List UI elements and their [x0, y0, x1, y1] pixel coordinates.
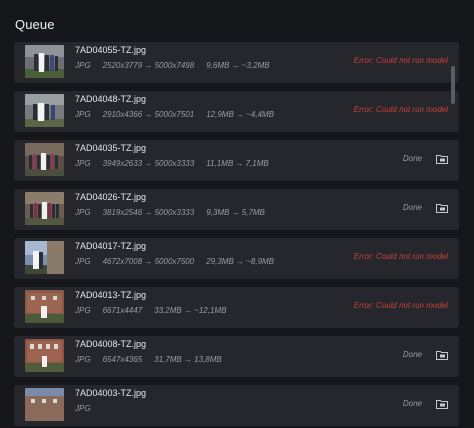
status-done: Done — [402, 154, 422, 163]
file-name: 7AD04008-TZ.jpg — [75, 339, 147, 349]
file-meta: JPG — [75, 404, 127, 413]
file-format: JPG — [75, 257, 91, 266]
file-meta: JPG 6671x4447 33,2MB → ~12,1MB — [75, 306, 238, 315]
folder-icon[interactable] — [436, 203, 448, 213]
status-done: Done — [402, 203, 422, 212]
file-resolution: 2520x3779 → 5000x7498 — [102, 61, 195, 70]
folder-icon[interactable] — [436, 154, 448, 164]
file-name: 7AD04035-TZ.jpg — [75, 143, 147, 153]
status-error: Error: Could not run model — [353, 252, 448, 261]
photo-thumbnail — [25, 94, 64, 127]
queue-item[interactable]: 7AD04055-TZ.jpg JPG 2520x3779 → 5000x7498… — [14, 42, 459, 83]
status-error: Error: Could not run model — [353, 56, 448, 65]
file-size: 31,7MB → 13,8MB — [154, 355, 222, 364]
file-name: 7AD04003-TZ.jpg — [75, 388, 147, 398]
status-error: Error: Could not run model — [353, 105, 448, 114]
file-meta: JPG 3949x2633 → 5000x3333 11,1MB → 7,1MB — [75, 159, 281, 168]
photo-thumbnail — [25, 143, 64, 176]
file-format: JPG — [75, 404, 91, 413]
file-size: 9,6MB → ~3,2MB — [206, 61, 270, 70]
file-name: 7AD04026-TZ.jpg — [75, 192, 147, 202]
file-name: 7AD04048-TZ.jpg — [75, 94, 147, 104]
queue-item[interactable]: 7AD04003-TZ.jpg JPG Done — [14, 385, 459, 426]
file-format: JPG — [75, 110, 91, 119]
file-size: 9,3MB → 5,7MB — [206, 208, 265, 217]
queue-item[interactable]: 7AD04026-TZ.jpg JPG 3819x2546 → 5000x3333… — [14, 189, 459, 230]
queue-item[interactable]: 7AD04017-TZ.jpg JPG 4672x7008 → 5000x7500… — [14, 238, 459, 279]
photo-thumbnail — [25, 339, 64, 372]
queue-item[interactable]: 7AD04035-TZ.jpg JPG 3949x2633 → 5000x3333… — [14, 140, 459, 181]
photo-thumbnail — [25, 192, 64, 225]
queue-item[interactable]: 7AD04008-TZ.jpg JPG 6547x4365 31,7MB → 13,… — [14, 336, 459, 377]
photo-thumbnail — [25, 241, 64, 274]
folder-icon[interactable] — [436, 350, 448, 360]
file-meta: JPG 2520x3779 → 5000x7498 9,6MB → ~3,2MB — [75, 61, 282, 70]
file-resolution: 2910x4366 → 5000x7501 — [102, 110, 195, 119]
file-meta: JPG 4672x7008 → 5000x7500 29,3MB → ~8,9MB — [75, 257, 286, 266]
queue-item[interactable]: 7AD04048-TZ.jpg JPG 2910x4366 → 5000x7501… — [14, 91, 459, 132]
folder-icon[interactable] — [436, 399, 448, 409]
file-size: 33,2MB → ~12,1MB — [154, 306, 227, 315]
status-error: Error: Could not run model — [353, 301, 448, 310]
file-name: 7AD04017-TZ.jpg — [75, 241, 147, 251]
photo-thumbnail — [25, 388, 64, 421]
file-format: JPG — [75, 306, 91, 315]
file-size: 29,3MB → ~8,9MB — [206, 257, 275, 266]
photo-thumbnail — [25, 290, 64, 323]
file-meta: JPG 3819x2546 → 5000x3333 9,3MB → 5,7MB — [75, 208, 277, 217]
file-name: 7AD04013-TZ.jpg — [75, 290, 147, 300]
status-done: Done — [402, 350, 422, 359]
file-resolution: 3819x2546 → 5000x3333 — [102, 208, 195, 217]
scrollbar-thumb[interactable] — [451, 66, 455, 104]
file-meta: JPG 6547x4365 31,7MB → 13,8MB — [75, 355, 234, 364]
page-title: Queue — [15, 17, 55, 32]
file-resolution: 3949x2633 → 5000x3333 — [102, 159, 195, 168]
status-done: Done — [402, 399, 422, 408]
file-resolution: 6547x4365 — [102, 355, 143, 364]
file-format: JPG — [75, 208, 91, 217]
queue-item[interactable]: 7AD04013-TZ.jpg JPG 6671x4447 33,2MB → ~12… — [14, 287, 459, 328]
file-size: 12,9MB → ~4,4MB — [206, 110, 275, 119]
photo-thumbnail — [25, 45, 64, 78]
file-name: 7AD04055-TZ.jpg — [75, 45, 147, 55]
file-format: JPG — [75, 61, 91, 70]
file-resolution: 4672x7008 → 5000x7500 — [102, 257, 195, 266]
file-format: JPG — [75, 355, 91, 364]
file-format: JPG — [75, 159, 91, 168]
queue-list[interactable]: 7AD04055-TZ.jpg JPG 2520x3779 → 5000x7498… — [14, 42, 459, 428]
file-resolution: 6671x4447 — [102, 306, 143, 315]
file-size: 11,1MB → 7,1MB — [206, 159, 269, 168]
file-meta: JPG 2910x4366 → 5000x7501 12,9MB → ~4,4MB — [75, 110, 286, 119]
